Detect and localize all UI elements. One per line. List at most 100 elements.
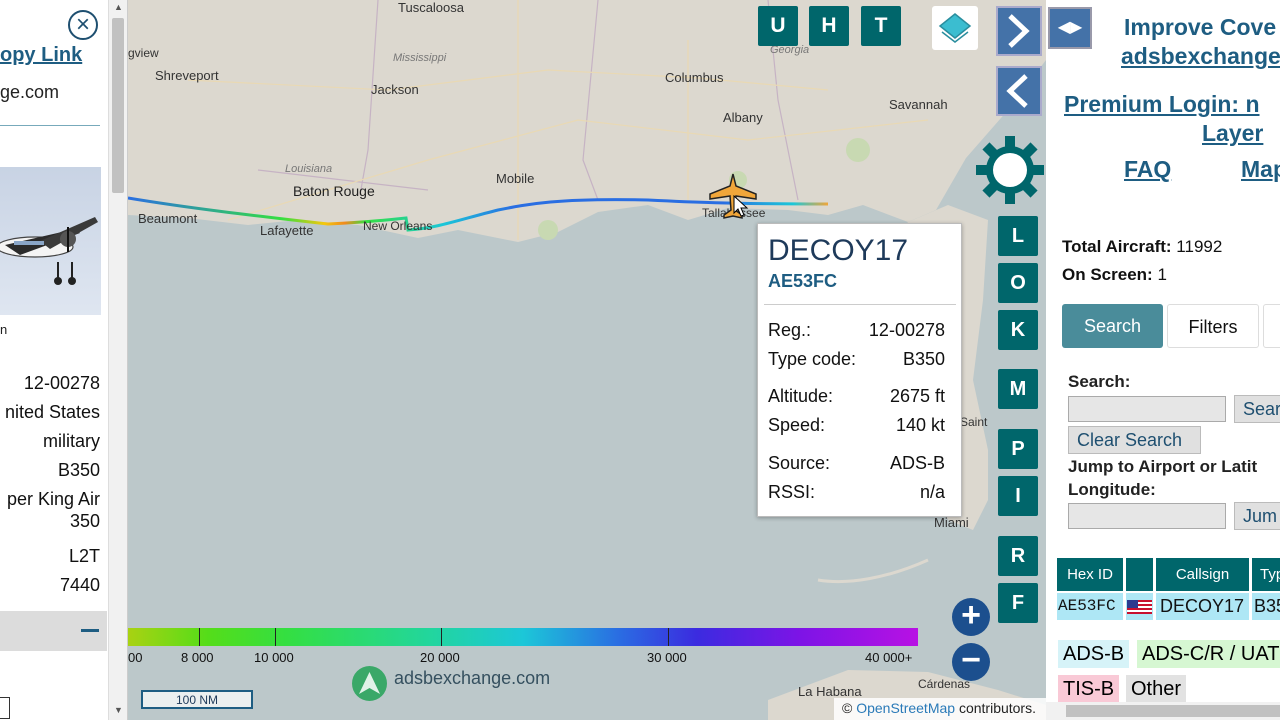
divider — [0, 125, 100, 126]
total-aircraft-value: 11992 — [1176, 237, 1223, 256]
toggle-t-button[interactable]: T — [861, 6, 901, 46]
map-label: Mobile — [496, 171, 535, 186]
search-input[interactable] — [1068, 396, 1226, 422]
tab-filters[interactable]: Filters — [1167, 304, 1259, 348]
map-label: Shreveport — [155, 68, 219, 83]
premium-login-link[interactable]: Premium Login: n — [1064, 91, 1260, 118]
tab-more[interactable] — [1263, 304, 1280, 348]
toggle-i-button[interactable]: I — [998, 476, 1038, 516]
scrollbar-thumb[interactable] — [1066, 705, 1280, 717]
type-code-value: B350 — [57, 460, 100, 480]
improve-coverage-title: Improve Cove — [1124, 14, 1277, 40]
map-attribution: © OpenStreetMap contributors. — [834, 698, 1046, 720]
toggle-h-button[interactable]: H — [809, 6, 849, 46]
scroll-down-icon[interactable]: ▼ — [114, 705, 123, 715]
collapse-panel-button[interactable] — [996, 66, 1042, 116]
collapsible-section-header[interactable] — [0, 611, 107, 651]
column-header-type[interactable]: Typ — [1252, 558, 1280, 591]
aircraft-photo[interactable] — [0, 167, 101, 315]
popup-rssi-label: RSSI: — [768, 482, 816, 502]
attribution-prefix: © — [842, 700, 853, 716]
map-label: New Orleans — [363, 219, 433, 233]
close-icon[interactable]: × — [68, 10, 98, 40]
search-label: Search: — [1068, 372, 1131, 391]
source-chip-adsc-uat[interactable]: ADS-C/R / UAT — [1137, 640, 1280, 668]
layers-icon — [938, 13, 972, 43]
map-layers-button[interactable] — [932, 6, 978, 50]
popup-altitude-value: 2675 ft — [889, 386, 945, 406]
search-button[interactable]: Sear — [1234, 395, 1280, 423]
toggle-k-button[interactable]: K — [998, 310, 1038, 350]
row-hex-id[interactable]: AE53FC — [1057, 593, 1123, 620]
total-aircraft-label: Total Aircraft: — [1062, 237, 1172, 256]
row-type[interactable]: B35 — [1252, 593, 1280, 620]
toggle-r-button[interactable]: R — [998, 536, 1038, 576]
squawk-value: 7440 — [59, 575, 100, 595]
map-label: La Habana — [798, 684, 862, 699]
legend-label: 10 000 — [254, 650, 294, 665]
settings-gear-icon[interactable] — [974, 134, 1046, 206]
source-chip-other[interactable]: Other — [1126, 675, 1187, 703]
state-label: Louisiana — [285, 163, 333, 175]
toggle-l-button[interactable]: L — [998, 216, 1038, 256]
clear-search-button[interactable]: Clear Search — [1068, 426, 1201, 454]
popup-speed-label: Speed: — [768, 415, 826, 435]
on-screen-stat: On Screen: 1 — [1062, 265, 1167, 285]
toggle-f-button[interactable]: F — [998, 583, 1038, 623]
column-header-hex-id[interactable]: Hex ID — [1057, 558, 1123, 591]
scroll-up-icon[interactable]: ▲ — [114, 2, 123, 12]
legend-tick — [668, 628, 669, 646]
map-scale-bar: 100 NM — [141, 690, 253, 709]
popup-hex-id: AE53FC — [768, 271, 838, 291]
zoom-out-button[interactable]: − — [952, 643, 990, 681]
column-header-callsign[interactable]: Callsign — [1156, 558, 1249, 591]
legend-label: 30 000 — [647, 650, 687, 665]
legend-tick — [441, 628, 442, 646]
openstreetmap-link[interactable]: OpenStreetMap — [856, 700, 955, 716]
toggle-o-button[interactable]: O — [998, 263, 1038, 303]
divider — [764, 304, 956, 305]
toggle-u-button[interactable]: U — [758, 6, 798, 46]
popup-speed-value: 140 kt — [895, 415, 945, 435]
zoom-in-button[interactable]: + — [952, 598, 990, 636]
jump-button[interactable]: Jum — [1234, 502, 1280, 530]
altitude-color-legend — [128, 628, 918, 646]
popup-reg-label: Reg.: — [768, 320, 812, 340]
map-label: Albany — [723, 110, 763, 125]
toggle-m-button[interactable]: M — [998, 369, 1038, 409]
adsbexchange-link[interactable]: adsbexchange — [1121, 43, 1280, 70]
site-link-text: ge.com — [0, 82, 60, 102]
premium-layer-link[interactable]: Layer — [1202, 120, 1263, 147]
map-label: Savannah — [889, 97, 948, 112]
popup-rssi-value: n/a — [919, 482, 945, 502]
collapse-icon[interactable] — [81, 629, 99, 632]
row-callsign[interactable]: DECOY17 — [1156, 593, 1249, 620]
tab-search[interactable]: Search — [1062, 304, 1163, 348]
panel-width-toggle[interactable]: ◀▶ — [1048, 7, 1092, 49]
column-header-flag[interactable] — [1126, 558, 1153, 591]
legend-tick — [275, 628, 276, 646]
popup-callsign: DECOY17 — [768, 234, 909, 267]
expand-panel-button[interactable] — [996, 6, 1042, 56]
source-chip-tisb[interactable]: TIS-B — [1058, 675, 1120, 703]
map-link[interactable]: Map — [1241, 156, 1280, 183]
type-name-value: per King Air — [6, 489, 100, 509]
on-screen-value: 1 — [1157, 265, 1167, 284]
faq-link[interactable]: FAQ — [1124, 156, 1171, 183]
popup-type-label: Type code: — [768, 349, 857, 369]
map-label: Saint — [960, 415, 988, 429]
type-designator-value: L2T — [68, 546, 100, 566]
horizontal-scrollbar[interactable] — [1046, 702, 1280, 720]
popup-reg-value: 12-00278 — [868, 320, 945, 340]
jump-input[interactable] — [1068, 503, 1226, 529]
checkbox[interactable] — [0, 697, 10, 719]
scrollbar-thumb[interactable] — [112, 18, 124, 193]
map-view[interactable]: Tuscaloosa Shreveport Jackson Columbus S… — [128, 0, 1046, 720]
left-panel-scrollbar[interactable]: ▲ ▼ — [108, 0, 127, 720]
map-label: Columbus — [665, 70, 724, 85]
copy-link[interactable]: opy Link — [0, 44, 82, 67]
source-chip-adsb[interactable]: ADS-B — [1058, 640, 1130, 668]
aircraft-info-popup[interactable]: DECOY17 AE53FC Reg.: 12-00278 Type code:… — [757, 223, 962, 517]
toggle-p-button[interactable]: P — [998, 429, 1038, 469]
map-label: Miami — [934, 515, 969, 530]
